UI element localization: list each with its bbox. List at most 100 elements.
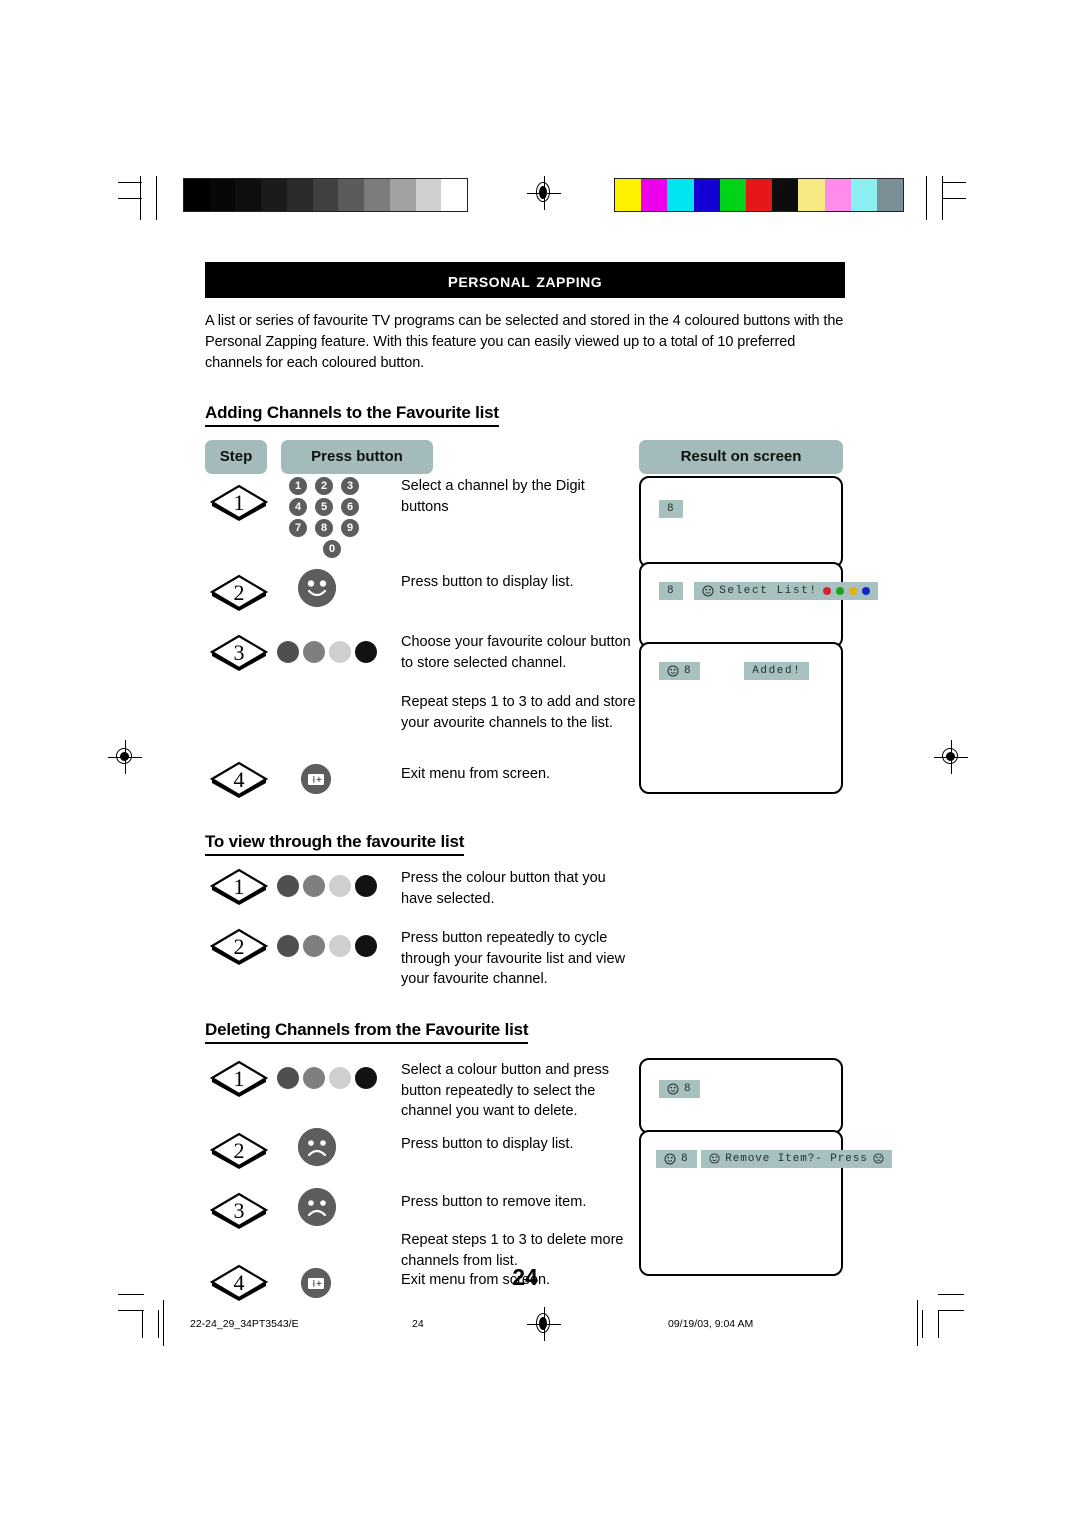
digit-pad[interactable]: 1 2 3 4 5 6 7 8 9 0 (289, 476, 375, 561)
steps-adding: 1 1 2 3 4 5 6 7 8 9 0 Select a channel b… (205, 474, 878, 824)
step-diamond-2: 2 (208, 1130, 270, 1172)
step-description: Select a channel by the Digit buttons (401, 477, 585, 515)
digit-button-8[interactable]: 8 (315, 518, 333, 537)
sad-mini-icon (873, 1153, 884, 1165)
colour-button-2[interactable] (303, 934, 325, 957)
colour-swatch (745, 179, 773, 211)
colour-button-1[interactable] (277, 640, 299, 663)
digit-row: 0 (289, 539, 375, 558)
osd-dot-red (822, 586, 831, 595)
smiley-mini-icon (667, 665, 679, 677)
digit-button-1[interactable]: 1 (289, 476, 307, 495)
colour-swatch (824, 179, 851, 211)
grayscale-swatch (441, 179, 468, 211)
osd-remove-item-bar: Remove Item?- Press (701, 1149, 892, 1168)
colour-button-2[interactable] (303, 640, 325, 663)
colour-button-1[interactable] (277, 934, 299, 957)
colour-swatch (719, 179, 746, 211)
osd-added-message: Added! (744, 661, 810, 680)
digit-row: 7 8 9 (289, 518, 375, 537)
page-title-bar: Personal Zapping (205, 262, 845, 298)
osd-message: Select List! (719, 584, 818, 597)
registration-target-right (934, 740, 968, 774)
osd-screen-added: 8 Added! (639, 641, 843, 794)
colour-button-1[interactable] (277, 1066, 299, 1089)
page-number: 24 (512, 1264, 538, 1290)
colour-button-4[interactable] (355, 874, 377, 897)
osd-channel-chip: 8 (659, 499, 684, 518)
intro-paragraph: A list or series of favourite TV program… (205, 313, 844, 372)
table-header-row: Step Press button Result on screen (205, 439, 845, 474)
svg-text:2: 2 (234, 580, 245, 605)
colour-button-4[interactable] (355, 640, 377, 663)
digit-button-7[interactable]: 7 (289, 518, 307, 537)
step-diamond-1: 1 (208, 866, 270, 908)
grayscale-swatch (415, 179, 442, 211)
colour-buttons[interactable] (277, 640, 377, 663)
colour-button-2[interactable] (303, 874, 325, 897)
colour-button-4[interactable] (355, 934, 377, 957)
svg-text:+: + (316, 775, 322, 786)
osd-channel-number: 8 (681, 1152, 690, 1165)
osd-dot-yellow (848, 586, 857, 595)
colour-button-3[interactable] (329, 640, 351, 663)
step-diamond-1: 1 (208, 482, 270, 524)
svg-text:3: 3 (234, 640, 245, 665)
svg-text:1: 1 (234, 874, 245, 899)
osd-channel-chip: 8 (659, 661, 701, 680)
colour-button-1[interactable] (277, 874, 299, 897)
colour-swatch (798, 179, 825, 211)
svg-text:1: 1 (234, 490, 245, 515)
digit-button-2[interactable]: 2 (315, 476, 333, 495)
colour-buttons[interactable] (277, 874, 377, 897)
digit-button-0[interactable]: 0 (323, 539, 341, 558)
smiley-button[interactable] (298, 568, 336, 607)
sad-face-button[interactable] (298, 1187, 336, 1226)
section-heading-adding: Adding Channels to the Favourite list (205, 403, 499, 427)
colour-swatch (667, 179, 694, 211)
step-diamond-2: 2 (208, 572, 270, 614)
osd-screen-select-list: 8 Select List! (639, 561, 878, 648)
osd-row: 8 Select List! (659, 581, 878, 600)
grayscale-swatch (312, 179, 339, 211)
footer-timestamp: 09/19/03, 9:04 AM (668, 1318, 754, 1330)
grayscale-swatch (184, 179, 210, 211)
crop-mark-top-left (118, 176, 158, 220)
menu-exit-button[interactable]: i + (301, 763, 331, 794)
osd-row: 8 Added! (659, 661, 810, 680)
digit-button-6[interactable]: 6 (341, 497, 359, 516)
digit-button-9[interactable]: 9 (341, 518, 359, 537)
colour-button-3[interactable] (329, 934, 351, 957)
osd-screen-favourite-channel: 8 (639, 1057, 843, 1134)
sad-face-button[interactable] (298, 1127, 336, 1166)
grayscale-swatch (261, 179, 287, 211)
section-heading-deleting: Deleting Channels from the Favourite lis… (205, 1020, 529, 1044)
colour-button-4[interactable] (355, 1066, 377, 1089)
osd-channel-chip: 8 (659, 1079, 701, 1098)
colour-button-3[interactable] (329, 874, 351, 897)
digit-row: 1 2 3 (289, 476, 375, 495)
step-description: Press the colour button that you have se… (401, 869, 606, 907)
header-press: Press button (281, 439, 433, 474)
footer-rule-left (163, 1300, 164, 1346)
colour-buttons[interactable] (277, 1066, 377, 1089)
digit-button-3[interactable]: 3 (341, 476, 359, 495)
grayscale-swatch (286, 179, 313, 211)
osd-channel-chip: 8 (659, 581, 684, 600)
registration-target-left (108, 740, 142, 774)
colour-button-2[interactable] (303, 1066, 325, 1089)
header-step: Step (205, 439, 267, 474)
osd-channel-chip: 8 (656, 1149, 698, 1168)
colour-swatch (615, 179, 642, 211)
section-heading-viewing: To view through the favourite list (205, 832, 464, 856)
svg-text:3: 3 (234, 1198, 245, 1223)
digit-button-5[interactable]: 5 (315, 497, 333, 516)
digit-row: 4 5 6 (289, 497, 375, 516)
colour-button-3[interactable] (329, 1066, 351, 1089)
step-description: Repeat steps 1 to 3 to add and store you… (401, 693, 636, 731)
smiley-mini-icon (709, 1153, 720, 1165)
crop-mark-top-right (922, 176, 966, 220)
grayscale-swatch (235, 179, 262, 211)
colour-buttons[interactable] (277, 934, 377, 957)
digit-button-4[interactable]: 4 (289, 497, 307, 516)
